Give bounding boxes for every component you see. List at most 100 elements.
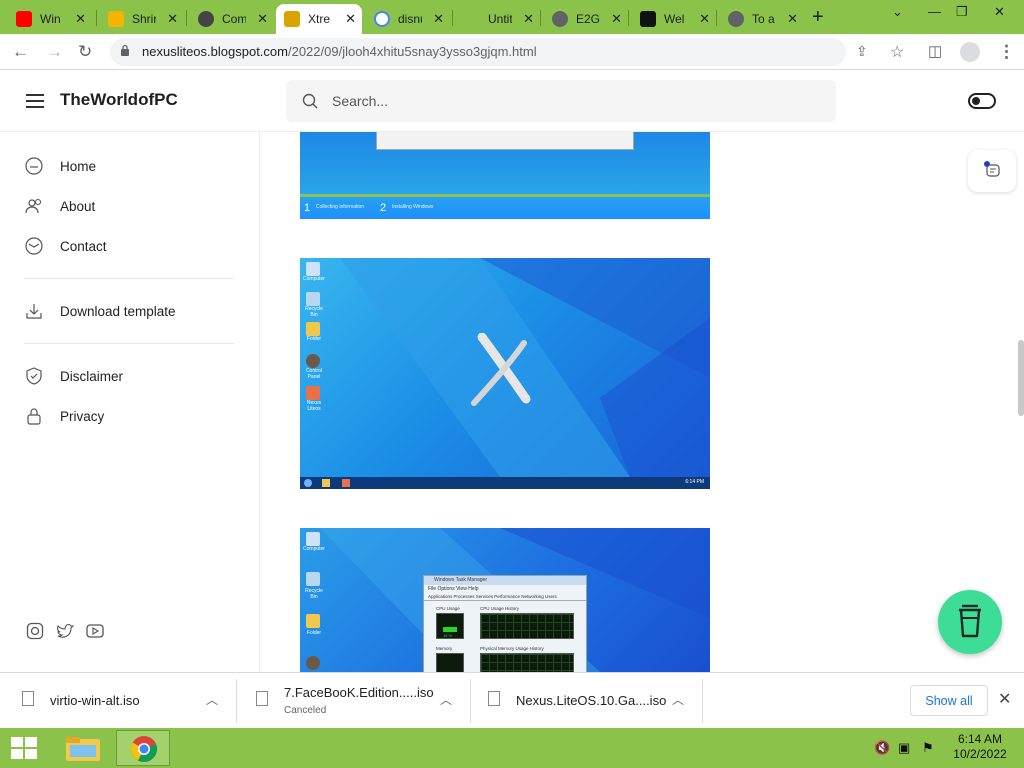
folder-icon	[66, 737, 100, 761]
browser-toolbar: ← → ↻ nexusliteos.blogspot.com/2022/09/j…	[0, 34, 1024, 70]
menu-kebab-icon[interactable]: ⋮	[998, 42, 1015, 62]
sidebar-item-disclaimer[interactable]: Disclaimer	[24, 364, 123, 388]
sidebar-item-download-template[interactable]: Download template	[24, 299, 176, 323]
clock-date: 10/2/2022	[953, 747, 1007, 761]
network-icon[interactable]: ▣	[898, 740, 910, 756]
window-close-icon[interactable]: ✕	[994, 4, 1005, 20]
memory-meter	[436, 653, 464, 672]
close-icon[interactable]: ✕	[611, 11, 622, 27]
sidebar-item-privacy[interactable]: Privacy	[24, 404, 104, 428]
task-manager-tabs: Applications Processes Services Performa…	[424, 593, 586, 601]
setup-step-number: 1	[304, 202, 311, 214]
windows-start-icon[interactable]	[10, 736, 38, 760]
tab-9[interactable]: To a ✕	[720, 4, 804, 34]
computer-icon	[306, 262, 320, 276]
memory-history-graph	[480, 653, 574, 672]
chrome-icon	[130, 736, 157, 762]
restore-icon[interactable]: ❐	[956, 4, 968, 20]
desktop-icon-label: Recycle Bin	[305, 306, 323, 318]
tab-2[interactable]: Shrir ✕	[100, 4, 184, 34]
tab-separator	[452, 10, 453, 26]
chevron-up-icon[interactable]: ︿	[672, 691, 684, 708]
volume-muted-icon[interactable]: 🔇	[874, 740, 890, 756]
dark-mode-toggle[interactable]	[968, 93, 996, 109]
desktop-icon-label: Control Panel	[305, 368, 323, 380]
sidebar-item-home[interactable]: Home	[24, 154, 96, 178]
forward-icon[interactable]: →	[46, 42, 63, 62]
download-icon	[26, 304, 42, 319]
side-panel-icon[interactable]: ◫	[928, 42, 942, 60]
taskbar-file-explorer[interactable]	[56, 730, 110, 766]
download-status: Canceled	[284, 705, 327, 716]
back-icon[interactable]: ←	[12, 42, 29, 62]
action-center-icon[interactable]: ⚑	[922, 740, 934, 756]
shield-icon	[26, 367, 42, 385]
lock-icon	[121, 44, 129, 56]
youtube-icon[interactable]	[86, 622, 104, 640]
address-bar[interactable]: nexusliteos.blogspot.com/2022/09/jlooh4x…	[110, 38, 868, 66]
close-icon[interactable]: ✕	[433, 11, 444, 27]
tab-7[interactable]: E2GI ✕	[544, 4, 628, 34]
tab-separator	[716, 10, 717, 26]
close-icon[interactable]: ✕	[167, 11, 178, 27]
comments-button[interactable]	[968, 150, 1016, 192]
url-host: nexusliteos.blogspot.com	[142, 44, 288, 59]
search-input[interactable]: Search...	[332, 93, 388, 109]
desktop-icon-label: Recycle Bin	[305, 588, 323, 600]
site-header: TheWorldofPC Search...	[0, 70, 1024, 132]
show-all-downloads-button[interactable]: Show all	[910, 685, 988, 716]
url-path: /2022/09/jlooh4xhitu5snay3ysso3gjqm.html	[287, 44, 537, 59]
site-title[interactable]: TheWorldofPC	[60, 90, 178, 110]
chevron-up-icon[interactable]: ︿	[440, 691, 452, 708]
hamburger-menu-icon[interactable]	[26, 94, 44, 108]
recycle-bin-icon	[306, 292, 320, 306]
setup-step-number: 2	[380, 202, 387, 214]
close-icon[interactable]: ✕	[523, 11, 534, 27]
close-icon[interactable]: ✕	[75, 11, 86, 27]
reload-icon[interactable]: ↻	[78, 42, 92, 62]
page-scrollbar[interactable]	[1018, 340, 1024, 416]
tab-5[interactable]: disnu ✕	[366, 4, 450, 34]
close-icon[interactable]: ✕	[345, 11, 356, 27]
close-icon[interactable]: ✕	[787, 11, 798, 27]
setup-step-label: Installing Windows	[392, 204, 434, 210]
bookmark-star-icon[interactable]: ☆	[890, 42, 904, 62]
desktop-icon-label: Folder	[306, 630, 322, 636]
ghost-icon	[198, 11, 214, 27]
comment-icon	[984, 161, 1000, 177]
share-icon[interactable]: ⇪	[856, 43, 868, 60]
buy-me-a-coffee-button[interactable]	[938, 590, 1002, 654]
system-clock[interactable]: 6:14 AM 10/2/2022	[950, 732, 1010, 762]
close-icon[interactable]: ✕	[257, 11, 268, 27]
sidebar-item-about[interactable]: About	[24, 194, 95, 218]
download-item[interactable]: 7.FaceBooK.Edition.....iso Canceled ︿	[256, 681, 456, 721]
mini-folder-icon	[322, 479, 330, 487]
tab-search-icon[interactable]: ⌄	[892, 4, 903, 20]
profile-avatar[interactable]	[960, 42, 980, 62]
tab-1[interactable]: Win ✕	[8, 4, 92, 34]
sidebar-item-label: Disclaimer	[60, 368, 124, 384]
cpu-usage-label: CPU Usage	[436, 606, 460, 611]
article-image-setup: 1 Collecting information 2 Installing Wi…	[300, 132, 710, 219]
close-icon[interactable]: ✕	[998, 689, 1011, 709]
chevron-up-icon[interactable]: ︿	[206, 691, 218, 708]
logo-icon	[640, 11, 656, 27]
download-item[interactable]: virtio-win-alt.iso ︿	[22, 681, 222, 721]
browser-tab-strip: Win ✕ Shrir ✕ Com ✕ Xtre ✕ disnu ✕ Untit	[0, 0, 1024, 34]
tab-6[interactable]: Untit ✕	[456, 4, 540, 34]
new-tab-button[interactable]: +	[812, 6, 824, 29]
tab-3[interactable]: Com ✕	[190, 4, 274, 34]
search-box[interactable]: Search...	[286, 80, 836, 122]
task-manager-menu: File Options View Help	[428, 586, 479, 592]
sidebar-item-contact[interactable]: Contact	[24, 234, 107, 258]
tab-8[interactable]: Wel ✕	[632, 4, 716, 34]
tab-4-active[interactable]: Xtre ✕	[276, 4, 362, 34]
twitter-icon[interactable]	[56, 622, 74, 640]
taskbar-chrome[interactable]	[116, 730, 170, 766]
minimize-icon[interactable]: —	[928, 4, 941, 19]
instagram-icon[interactable]	[26, 622, 44, 640]
download-item[interactable]: Nexus.LiteOS.10.Ga....iso ︿	[488, 681, 688, 721]
mini-clock: 6:14 PM	[685, 479, 704, 485]
close-icon[interactable]: ✕	[699, 11, 710, 27]
cpu-meter-value: 15 %	[443, 633, 453, 638]
